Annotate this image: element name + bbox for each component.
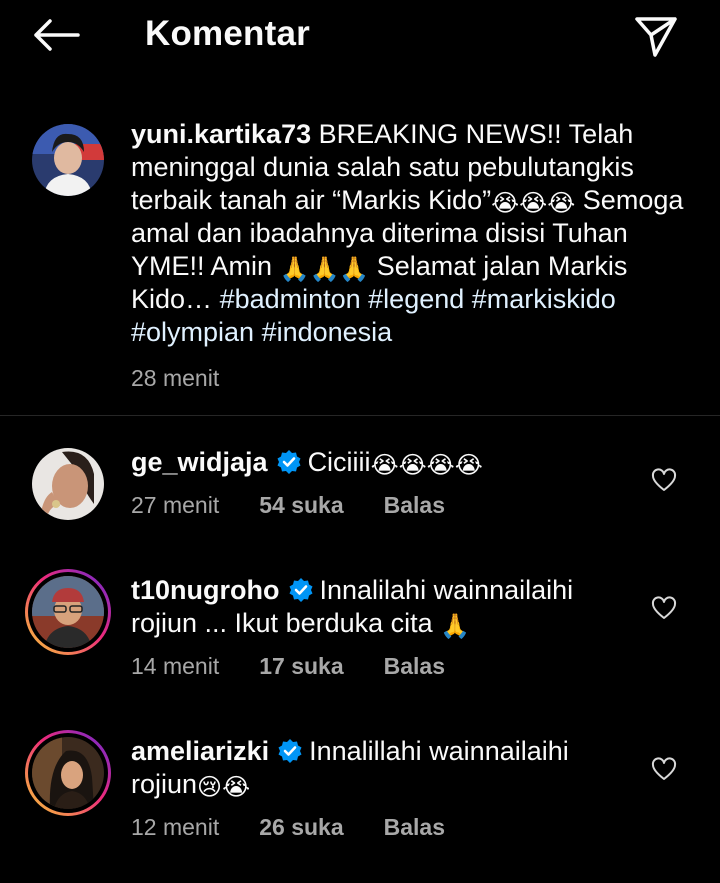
comment-body: Ciciiii xyxy=(307,447,371,477)
verified-badge-icon xyxy=(278,739,302,763)
avatar[interactable] xyxy=(32,448,104,520)
caption-text: yuni.kartika73 BREAKING NEWS!! Telah men… xyxy=(131,118,691,349)
caption-time: 28 menit xyxy=(131,365,220,391)
heart-icon[interactable] xyxy=(651,596,677,622)
back-button[interactable] xyxy=(28,12,84,58)
comment-text: t10nugroho Innalilahi wainnailaihi rojiun… xyxy=(131,574,631,640)
comment-text: ge_widjaja Ciciiii😭😭😭😭 xyxy=(131,446,631,479)
crying-emoji: 😭😭😭 xyxy=(491,190,576,217)
arrow-left-icon xyxy=(34,19,80,51)
header-bar: Komentar xyxy=(0,0,720,78)
avatar-image xyxy=(32,448,104,520)
avatar xyxy=(32,737,104,809)
crying-emoji: 😭😭😭😭 xyxy=(370,452,483,479)
praying-hands-emoji: 🙏 xyxy=(440,613,471,640)
divider xyxy=(0,415,720,416)
avatar-image xyxy=(32,576,104,648)
caption-username[interactable]: yuni.kartika73 xyxy=(131,119,311,149)
comment-time: 12 menit xyxy=(131,814,220,840)
avatar xyxy=(32,576,104,648)
comment-text: ameliarizki Innalillahi wainnailaihi roji… xyxy=(131,735,631,801)
heart-icon[interactable] xyxy=(651,468,677,494)
story-ring[interactable] xyxy=(25,730,111,816)
avatar-image xyxy=(32,737,104,809)
like-count[interactable]: 26 suka xyxy=(259,814,343,841)
comment-meta: 12 menit 26 suka Balas xyxy=(131,814,445,841)
sad-crying-emoji: 😢😭 xyxy=(197,774,251,801)
paper-plane-icon xyxy=(635,17,677,57)
reply-button[interactable]: Balas xyxy=(384,814,445,841)
avatar-image xyxy=(32,124,104,196)
heart-icon[interactable] xyxy=(651,757,677,783)
story-ring[interactable] xyxy=(25,569,111,655)
share-button[interactable] xyxy=(630,10,682,62)
page-title: Komentar xyxy=(145,14,310,53)
praying-hands-emoji: 🙏🙏🙏 xyxy=(279,256,370,283)
like-count[interactable]: 17 suka xyxy=(259,653,343,680)
verified-badge-icon xyxy=(289,578,312,602)
comment-meta: 27 menit 54 suka Balas xyxy=(131,492,445,519)
avatar[interactable] xyxy=(32,124,104,196)
reply-button[interactable]: Balas xyxy=(384,653,445,680)
comment-time: 27 menit xyxy=(131,492,220,518)
comment-username[interactable]: ge_widjaja xyxy=(131,447,268,477)
comment-meta: 14 menit 17 suka Balas xyxy=(131,653,445,680)
caption-meta: 28 menit xyxy=(131,365,219,392)
verified-badge-icon xyxy=(277,450,301,474)
comment-username[interactable]: t10nugroho xyxy=(131,575,280,605)
comment-time: 14 menit xyxy=(131,653,220,679)
comment-username[interactable]: ameliarizki xyxy=(131,736,269,766)
reply-button[interactable]: Balas xyxy=(384,492,445,519)
like-count[interactable]: 54 suka xyxy=(259,492,343,519)
